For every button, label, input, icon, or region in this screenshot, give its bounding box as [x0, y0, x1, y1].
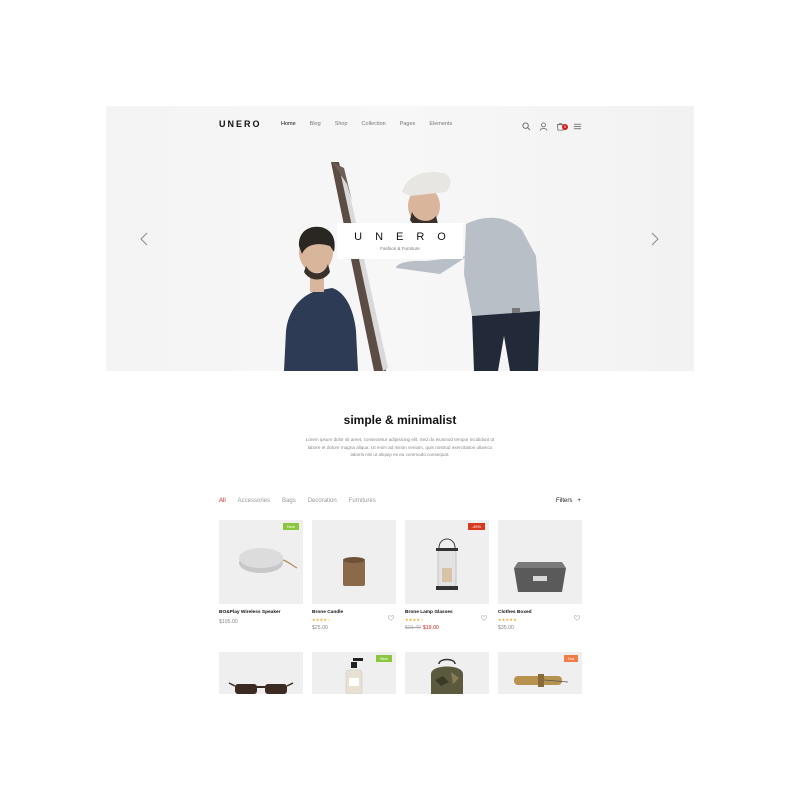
main-menu: Home Blog Shop Collection Pages Elements	[281, 121, 452, 127]
filters-button-label: Filters	[556, 498, 573, 504]
box-image	[514, 562, 566, 592]
user-icon[interactable]	[539, 118, 548, 131]
product-image[interactable]: New	[219, 520, 303, 604]
product-card[interactable]: Clothes Boxed ★★★★★ $35.00	[498, 520, 582, 632]
filter-tab-decoration[interactable]: Decoration	[308, 498, 337, 504]
product-image[interactable]	[498, 520, 582, 604]
rating-stars: ★★★★★	[498, 617, 517, 622]
heart-icon[interactable]	[573, 608, 581, 621]
product-price: $21.40 $19.00	[405, 625, 439, 631]
header-actions: 0	[522, 118, 582, 131]
product-image[interactable]	[405, 652, 489, 694]
page: UNERO Home Blog Shop Collection Pages El…	[0, 0, 800, 800]
product-badge: -45%	[467, 523, 485, 530]
hero-slider: UNERO Home Blog Shop Collection Pages El…	[106, 106, 694, 371]
filter-tab-bags[interactable]: Bags	[282, 498, 296, 504]
product-badge: Hot	[563, 655, 578, 662]
product-price: $105.00	[219, 619, 238, 625]
lamp-image	[436, 538, 458, 590]
product-price: $25.00	[312, 625, 328, 631]
slider-prev-icon[interactable]	[139, 232, 149, 246]
product-badge: New	[282, 523, 299, 530]
rating-stars: ★★★★☆	[405, 617, 424, 622]
search-icon[interactable]	[522, 118, 531, 131]
plus-icon: +	[577, 498, 581, 504]
speaker-image	[239, 548, 298, 573]
product-card[interactable]: -45% Brone Lamp Glasses ★★★★☆ $21.40 $19.…	[405, 520, 489, 632]
product-image[interactable]: New	[312, 652, 396, 694]
product-image[interactable]: Hot	[498, 652, 582, 694]
menu-item-collection[interactable]: Collection	[362, 121, 386, 127]
product-card[interactable]	[405, 652, 489, 694]
hamburger-menu-icon[interactable]	[573, 118, 582, 130]
section-title: simple & minimalist	[343, 413, 457, 427]
product-name[interactable]: Brone Lamp Glasses	[405, 610, 453, 615]
product-image[interactable]	[312, 520, 396, 604]
product-card[interactable]: Brone Candle ★★★★☆ $25.00	[312, 520, 396, 632]
filter-tab-accessories[interactable]: Accessories	[238, 498, 270, 504]
old-price: $21.40	[405, 625, 421, 631]
filter-tab-furnitures[interactable]: Furnitures	[349, 498, 376, 504]
menu-item-home[interactable]: Home	[281, 121, 296, 127]
hero-subtitle: Fashion & Furniture	[380, 246, 420, 251]
product-badge: New	[375, 655, 392, 662]
product-image[interactable]: -45%	[405, 520, 489, 604]
product-card[interactable]: New	[312, 652, 396, 694]
cart-count-badge: 0	[562, 124, 568, 130]
product-name[interactable]: Clothes Boxed	[498, 610, 532, 615]
cart-icon[interactable]: 0	[556, 118, 568, 131]
product-name[interactable]: Brone Candle	[312, 610, 343, 615]
site-logo[interactable]: UNERO	[219, 119, 262, 129]
menu-item-blog[interactable]: Blog	[310, 121, 321, 127]
category-filter-tabs: All Accessories Bags Decoration Furnitur…	[219, 498, 376, 504]
product-card[interactable]: New BO&Play Wireless Speaker $105.00	[219, 520, 303, 632]
slider-next-icon[interactable]	[650, 232, 660, 246]
top-navigation: UNERO Home Blog Shop Collection Pages El…	[106, 106, 694, 142]
product-card[interactable]	[219, 652, 303, 694]
product-price: $35.00	[498, 625, 514, 631]
backpack-image	[431, 658, 463, 694]
sunglasses-image	[228, 682, 294, 694]
section-description: Lorem ipsum dolor sit amet, consectetur …	[305, 437, 495, 457]
product-card[interactable]: Hot	[498, 652, 582, 694]
hero-title: UNERO	[354, 231, 459, 243]
menu-item-elements[interactable]: Elements	[429, 121, 452, 127]
rating-stars: ★★★★☆	[312, 617, 331, 622]
heart-icon[interactable]	[387, 608, 395, 621]
sale-price: $19.00	[422, 625, 439, 631]
product-image[interactable]	[219, 652, 303, 694]
filter-tab-all[interactable]: All	[219, 498, 226, 504]
product-name[interactable]: BO&Play Wireless Speaker	[219, 610, 281, 615]
menu-item-pages[interactable]: Pages	[400, 121, 416, 127]
hero-title-box: UNERO Fashion & Furniture	[337, 223, 463, 259]
menu-item-shop[interactable]: Shop	[335, 121, 348, 127]
candle-image	[343, 557, 365, 586]
filters-button[interactable]: Filters +	[556, 498, 581, 504]
heart-icon[interactable]	[480, 608, 488, 621]
